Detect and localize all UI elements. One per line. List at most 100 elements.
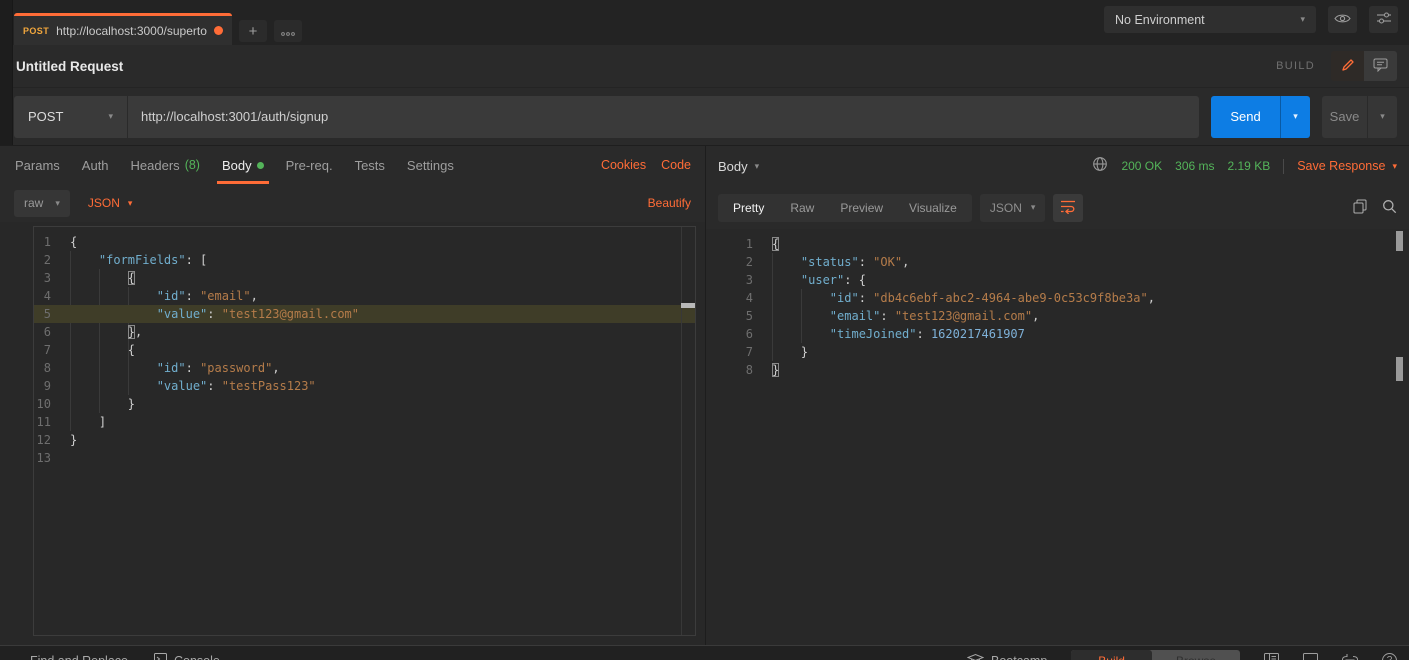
network-globe-icon[interactable]	[1092, 156, 1108, 177]
tab-label: Auth	[82, 158, 109, 173]
code-line[interactable]: 3 {	[34, 269, 695, 287]
status-badge[interactable]: 200 OK	[1121, 159, 1162, 173]
console-button[interactable]: Console	[154, 653, 220, 660]
tab-bar: POST http://localhost:3000/supertok... +…	[0, 0, 1409, 45]
code-line[interactable]: 6 },	[34, 323, 695, 341]
code-line[interactable]: 9 "value": "testPass123"	[34, 377, 695, 395]
tab-headers[interactable]: Headers(8)	[126, 146, 205, 184]
build-browse-toggle: Build Browse	[1071, 650, 1240, 660]
code-line[interactable]: 5 "value": "test123@gmail.com"	[34, 305, 695, 323]
help-icon: ?	[1382, 653, 1397, 660]
environment-quick-look-button[interactable]	[1328, 6, 1357, 33]
code-link[interactable]: Code	[661, 158, 691, 172]
sidebar-collapsed-strip[interactable]	[0, 0, 13, 145]
view-tab-pretty[interactable]: Pretty	[720, 194, 777, 222]
code-line[interactable]: 8}	[706, 361, 1409, 379]
method-selector[interactable]: POST ▾	[14, 96, 128, 138]
code-line[interactable]: 13	[34, 449, 695, 467]
request-pane: Params Auth Headers(8) Body Pre-req. Tests Set…	[0, 146, 706, 645]
code-line[interactable]: 10 }	[34, 395, 695, 413]
code-line[interactable]: 2 "formFields": [	[34, 251, 695, 269]
response-body-selector[interactable]: Body ▾	[718, 159, 759, 174]
code-text: "value": "test123@gmail.com"	[51, 305, 359, 323]
search-response-button[interactable]	[1382, 199, 1397, 217]
save-button[interactable]: Save	[1322, 96, 1367, 138]
browse-toggle[interactable]: Browse	[1152, 650, 1240, 660]
build-toggle[interactable]: Build	[1071, 650, 1152, 660]
code-line[interactable]: 2 "status": "OK",	[706, 253, 1409, 271]
code-line[interactable]: 12}	[34, 431, 695, 449]
editor-scrollbar[interactable]	[681, 227, 695, 635]
line-number: 4	[706, 289, 753, 307]
tab-options-button[interactable]	[274, 20, 302, 42]
code-line[interactable]: 8 "id": "password",	[34, 359, 695, 377]
code-line[interactable]: 1{	[34, 233, 695, 251]
request-tab[interactable]: POST http://localhost:3000/supertok...	[14, 13, 232, 45]
send-options-button[interactable]: ▾	[1280, 96, 1310, 138]
tab-auth[interactable]: Auth	[77, 146, 114, 184]
help-button[interactable]: ?	[1382, 653, 1397, 660]
comments-button[interactable]	[1364, 51, 1397, 81]
view-tab-raw[interactable]: Raw	[777, 194, 827, 222]
request-tabs: Params Auth Headers(8) Body Pre-req. Tests Set…	[0, 146, 705, 184]
code-line[interactable]: 11 ]	[34, 413, 695, 431]
keyboard-shortcuts-button[interactable]	[1342, 653, 1358, 660]
tab-tests[interactable]: Tests	[350, 146, 390, 184]
cookies-link[interactable]: Cookies	[601, 158, 646, 172]
bottom-panel-button[interactable]	[1303, 653, 1318, 660]
code-line[interactable]: 4 "id": "email",	[34, 287, 695, 305]
bootcamp-button[interactable]: Bootcamp	[967, 653, 1047, 660]
copy-response-button[interactable]	[1353, 199, 1367, 217]
code-text: "timeJoined": 1620217461907	[753, 325, 1025, 343]
code-line[interactable]: 5 "email": "test123@gmail.com",	[706, 307, 1409, 325]
line-number: 2	[34, 251, 51, 269]
code-line[interactable]: 4 "id": "db4c6ebf-abc2-4964-abe9-0c53c9f…	[706, 289, 1409, 307]
line-number: 3	[34, 269, 51, 287]
divider	[1283, 159, 1284, 174]
code-line[interactable]: 7 }	[706, 343, 1409, 361]
wrap-text-button[interactable]	[1053, 194, 1083, 222]
request-name[interactable]: Untitled Request	[16, 59, 123, 74]
active-tab-underline	[217, 181, 269, 184]
beautify-link[interactable]: Beautify	[648, 196, 691, 210]
send-button[interactable]: Send	[1211, 96, 1280, 138]
tab-params[interactable]: Params	[10, 146, 65, 184]
edit-mode-button[interactable]	[1331, 51, 1364, 81]
request-header-actions: BUILD	[1276, 51, 1397, 81]
url-input[interactable]	[128, 96, 1199, 138]
code-text: "id": "password",	[51, 359, 280, 377]
code-line[interactable]: 3 "user": {	[706, 271, 1409, 289]
search-icon	[1382, 199, 1397, 217]
tab-body[interactable]: Body	[217, 146, 269, 184]
code-line[interactable]: 7 {	[34, 341, 695, 359]
code-line[interactable]: 1{	[706, 235, 1409, 253]
view-tab-visualize[interactable]: Visualize	[896, 194, 970, 222]
save-options-button[interactable]: ▾	[1367, 96, 1397, 138]
tab-settings[interactable]: Settings	[402, 146, 459, 184]
code-text: ]	[51, 413, 106, 431]
response-format-selector[interactable]: JSON ▾	[980, 194, 1046, 222]
code-text: "user": {	[753, 271, 866, 289]
code-line[interactable]: 6 "timeJoined": 1620217461907	[706, 325, 1409, 343]
body-type-selector[interactable]: raw ▾	[14, 190, 70, 217]
response-body-editor[interactable]: 1{2 "status": "OK",3 "user": {4 "id": "d…	[706, 229, 1409, 645]
graduation-cap-icon	[967, 653, 984, 660]
body-format-selector[interactable]: JSON ▾	[88, 196, 133, 210]
new-tab-button[interactable]: +	[239, 20, 267, 42]
environment-settings-button[interactable]	[1369, 6, 1398, 33]
send-split-button: Send ▾	[1211, 96, 1310, 138]
find-and-replace-button[interactable]: Find and Replace	[30, 654, 128, 660]
view-tab-preview[interactable]: Preview	[827, 194, 896, 222]
two-pane-view-button[interactable]	[1264, 653, 1279, 660]
save-response-button[interactable]: Save Response ▾	[1297, 159, 1397, 173]
response-time-badge[interactable]: 306 ms	[1175, 159, 1214, 173]
response-size-badge[interactable]: 2.19 KB	[1228, 159, 1271, 173]
code-text: }	[753, 361, 779, 379]
code-text: "id": "email",	[51, 287, 258, 305]
tab-pre-req[interactable]: Pre-req.	[281, 146, 338, 184]
request-body-editor[interactable]: 1{2 "formFields": [3 {4 "id": "email",5 …	[33, 226, 696, 636]
request-tab-links: Cookies Code	[601, 158, 691, 172]
comment-icon	[1373, 58, 1388, 75]
environment-selector[interactable]: No Environment ▾	[1104, 6, 1316, 33]
line-number: 6	[706, 325, 753, 343]
